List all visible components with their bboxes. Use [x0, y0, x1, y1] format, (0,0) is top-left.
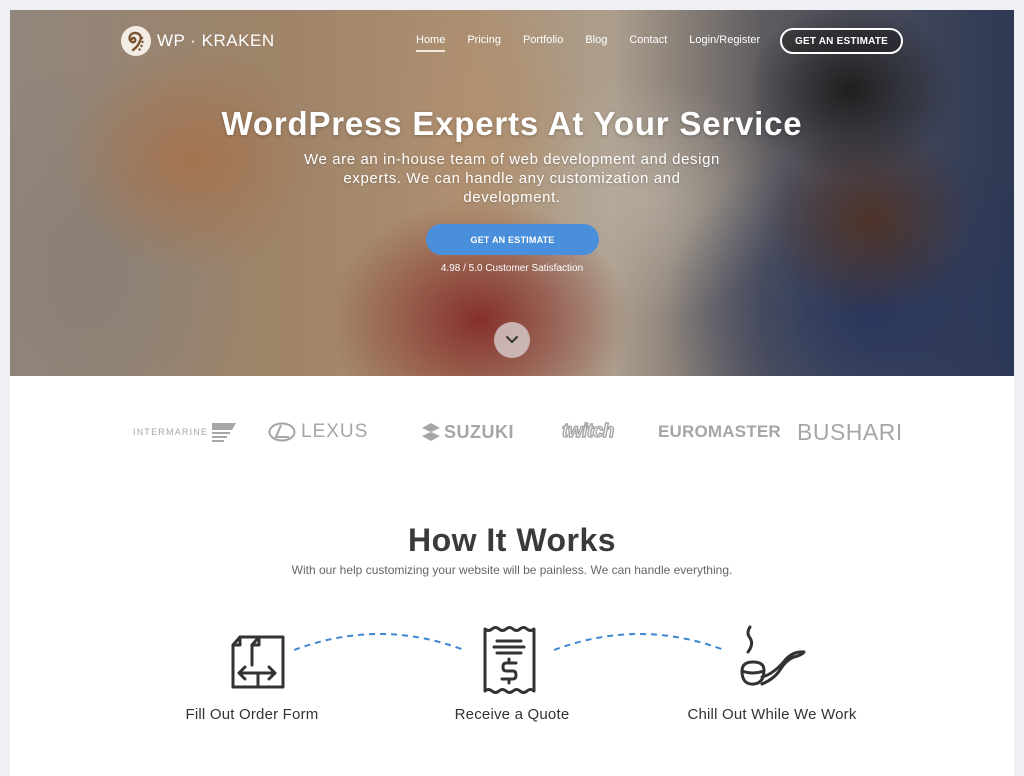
lexus-emblem-icon [268, 422, 296, 442]
step-label: Receive a Quote [454, 706, 570, 723]
client-logo-lexus: LEXUS [268, 410, 368, 454]
nav-item-blog[interactable]: Blog [585, 34, 607, 52]
client-name: twitch [561, 420, 615, 442]
main-nav: Home Pricing Portfolio Blog Contact Logi… [416, 34, 782, 52]
step-label: Chill Out While We Work [687, 706, 857, 723]
page: WP · KRAKEN Home Pricing Portfolio Blog … [10, 10, 1014, 776]
how-it-works-subtitle: With our help customizing your website w… [291, 563, 733, 577]
customer-satisfaction-rating: 4.98 / 5.0 Customer Satisfaction [440, 263, 584, 274]
kraken-logo-icon [121, 26, 151, 56]
order-form-icon [231, 635, 285, 689]
header-get-estimate-button[interactable]: GET AN ESTIMATE [780, 28, 903, 54]
client-logo-euromaster: EUROMASTER [658, 410, 781, 454]
logo-text: WP · KRAKEN [157, 31, 275, 50]
site-logo[interactable]: WP · KRAKEN [121, 26, 275, 56]
hero-get-estimate-button[interactable]: GET AN ESTIMATE [426, 224, 599, 255]
suzuki-emblem-icon [422, 423, 440, 441]
client-name: EUROMASTER [658, 422, 781, 441]
smoking-pipe-icon [740, 625, 806, 686]
receipt-dollar-icon [483, 626, 536, 694]
step-label: Fill Out Order Form [185, 706, 319, 723]
step-receive-a-quote: Receive a Quote [392, 625, 632, 723]
step-chill-out: Chill Out While We Work [652, 625, 892, 723]
hero-title: WordPress Experts At Your Service [221, 105, 803, 142]
client-logo-intermarine: INTERMARINE [133, 410, 237, 454]
nav-item-pricing[interactable]: Pricing [467, 34, 501, 52]
chevron-down-icon [506, 336, 518, 343]
client-name: INTERMARINE [133, 427, 209, 437]
client-name: SUZUKI [444, 421, 514, 442]
scroll-down-button[interactable] [494, 322, 530, 358]
step-fill-out-order-form: Fill Out Order Form [132, 625, 372, 723]
nav-item-home[interactable]: Home [416, 34, 446, 52]
client-name: LEXUS [301, 421, 369, 442]
nav-item-portfolio[interactable]: Portfolio [523, 34, 563, 52]
client-logo-twitch: twitch [561, 410, 615, 454]
client-name: BUSHARI [797, 418, 903, 445]
client-logo-suzuki: SUZUKI [421, 410, 514, 454]
intermarine-stripes-icon [212, 423, 237, 442]
hero-section: WP · KRAKEN Home Pricing Portfolio Blog … [10, 10, 1014, 376]
nav-item-login-register[interactable]: Login/Register [689, 34, 760, 52]
client-logo-bushari: BUSHARI [797, 410, 903, 454]
client-logos: INTERMARINE LEXUS SUZUKI twitch EUROMAST… [10, 410, 1014, 454]
nav-item-contact[interactable]: Contact [629, 34, 667, 52]
how-it-works-title: How It Works [407, 522, 617, 558]
hero-subtitle: We are an in-house team of web developme… [304, 151, 720, 206]
